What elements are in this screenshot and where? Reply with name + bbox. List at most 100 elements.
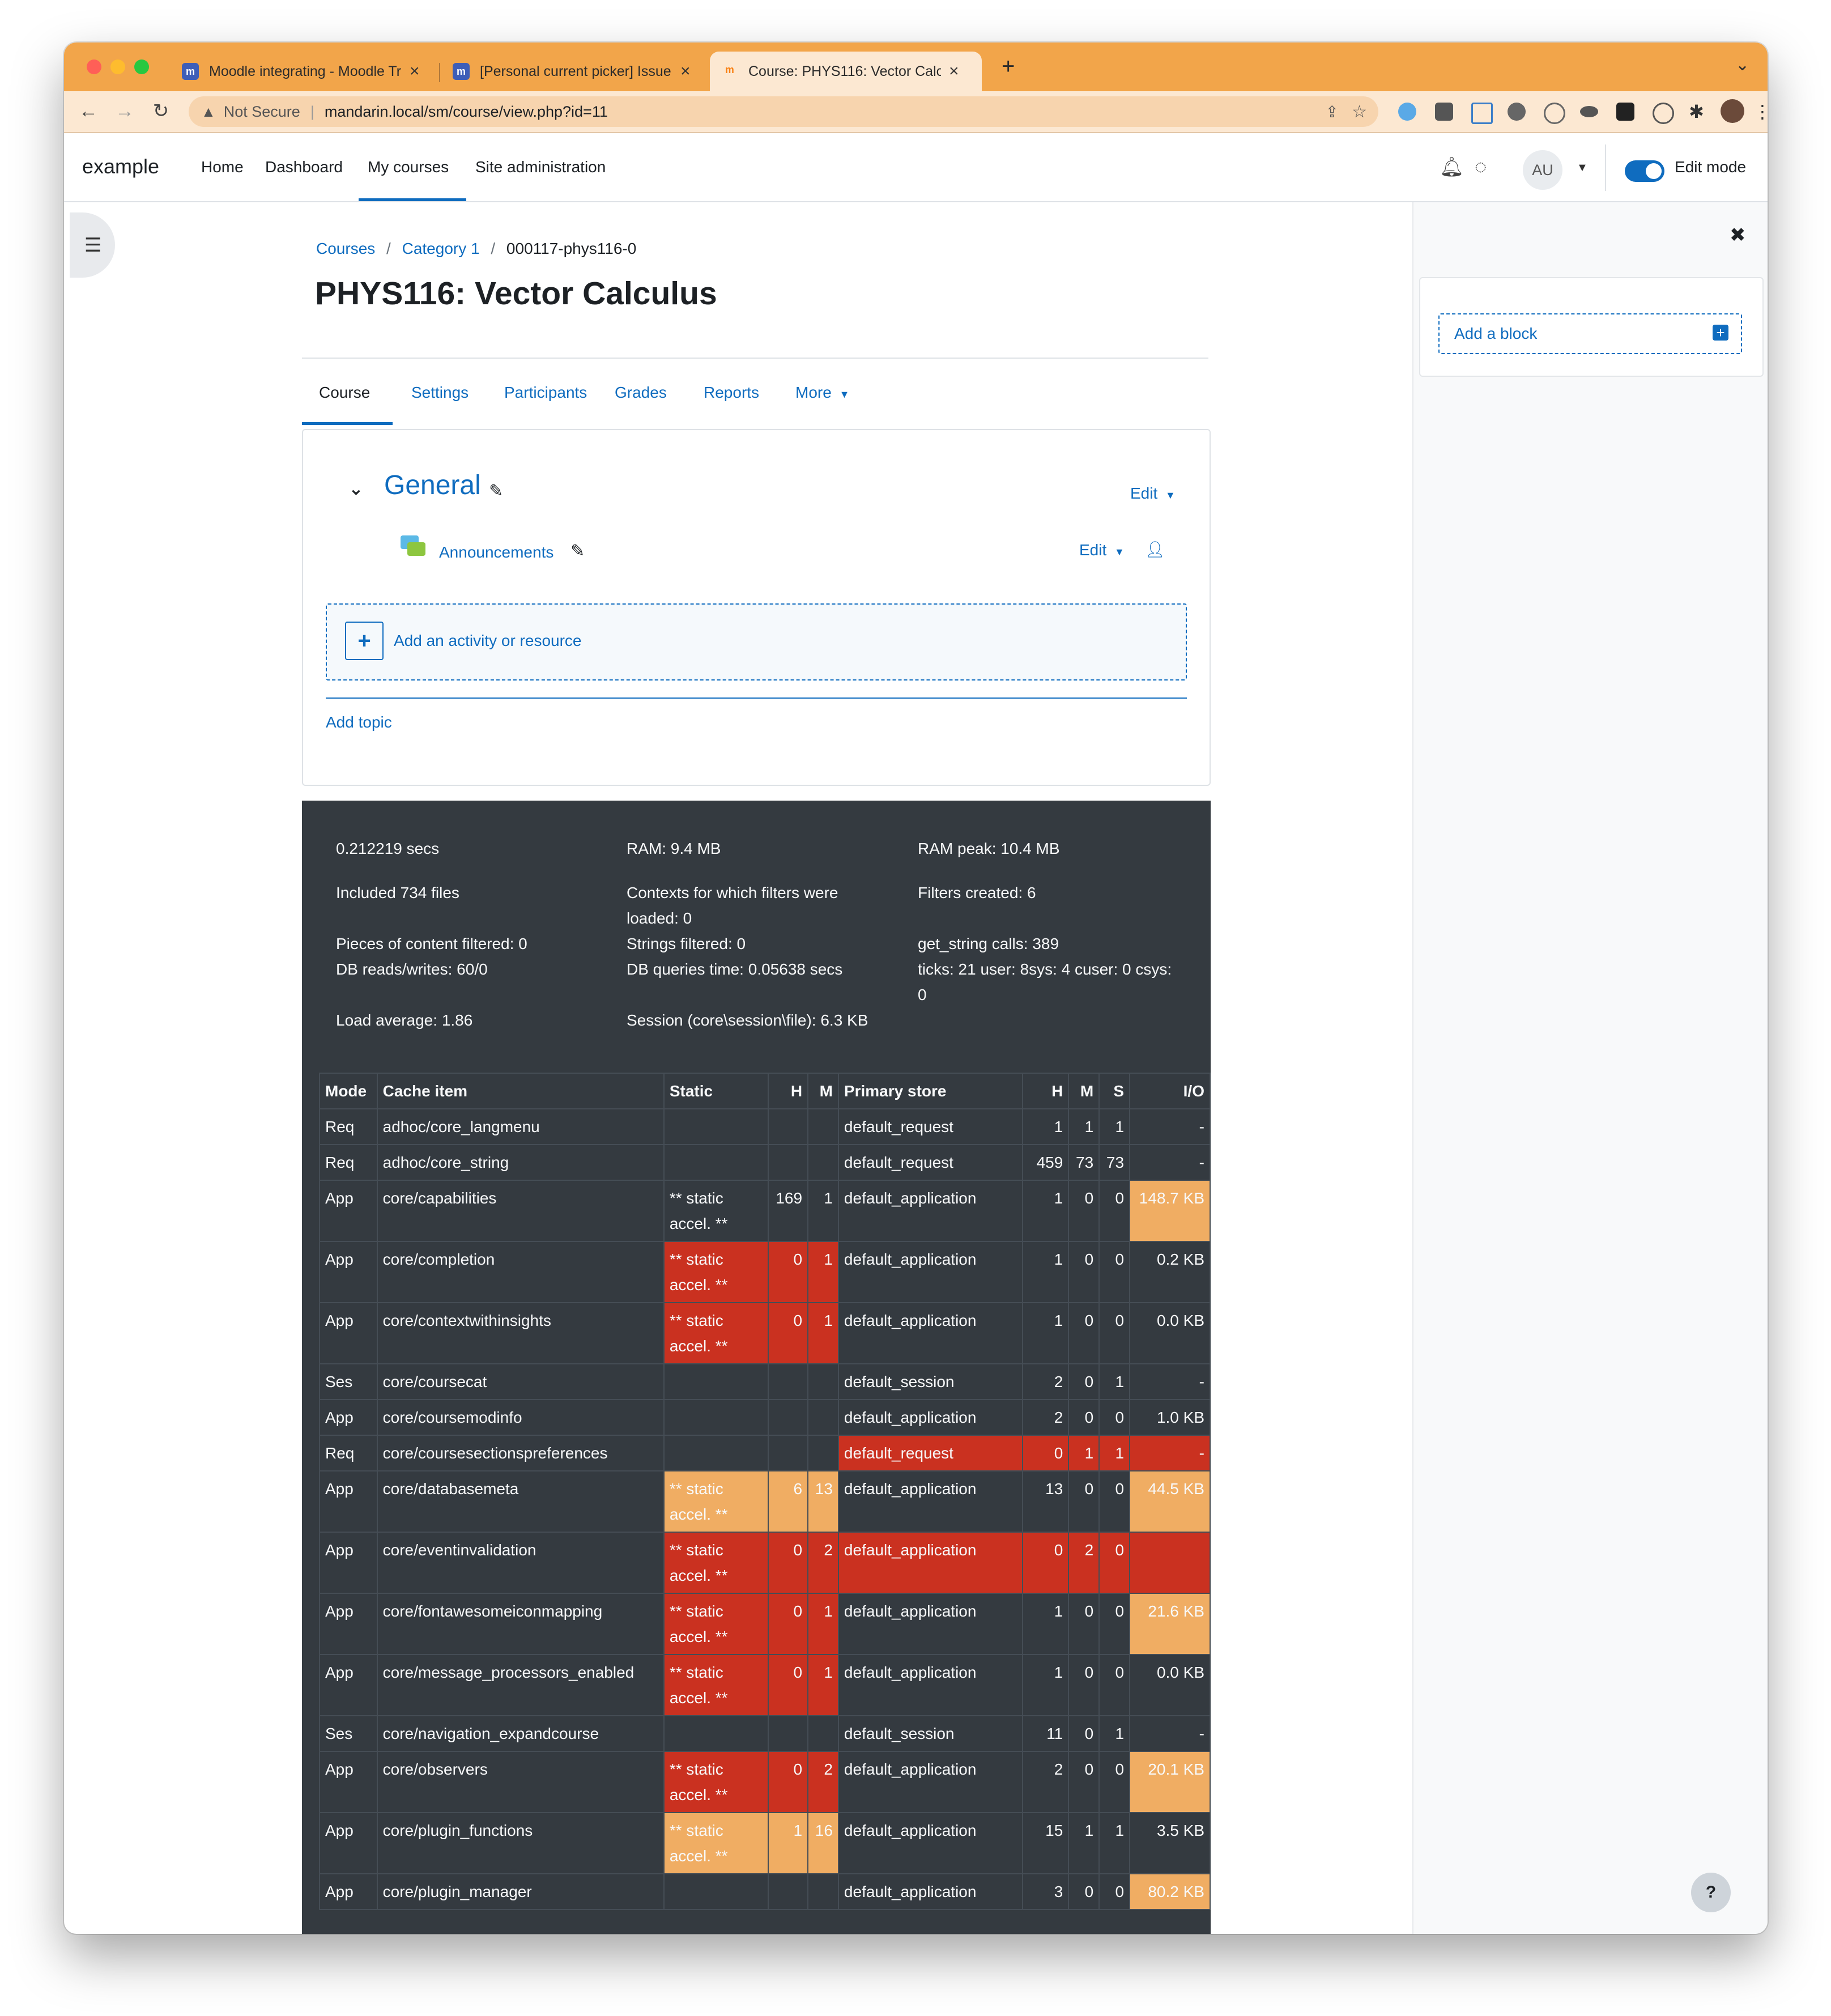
- close-tab-icon[interactable]: ×: [949, 62, 959, 81]
- security-label[interactable]: Not Secure: [224, 103, 300, 121]
- user-menu-caret-icon[interactable]: ▼: [1577, 161, 1588, 175]
- table-cell: 0: [1098, 1751, 1131, 1813]
- table-cell: core/coursecat: [376, 1363, 665, 1400]
- tab-more[interactable]: More ▼: [795, 384, 849, 402]
- add-block-button[interactable]: Add a block +: [1438, 313, 1742, 354]
- browser-tab-2[interactable]: m [Personal current picker] Issue ×: [441, 52, 708, 91]
- table-cell: [663, 1108, 769, 1145]
- table-cell: [768, 1363, 809, 1400]
- extension-dark-icon[interactable]: [1616, 103, 1634, 121]
- add-topic-link[interactable]: Add topic: [326, 713, 392, 731]
- collapse-chevron-icon[interactable]: ⌄: [348, 478, 364, 499]
- extension-triangle-icon[interactable]: [1471, 103, 1493, 124]
- back-arrow-icon[interactable]: ←: [74, 97, 103, 125]
- add-activity-label: Add an activity or resource: [394, 632, 582, 649]
- table-cell: 2: [1021, 1399, 1070, 1436]
- address-bar[interactable]: ▲ Not Secure | mandarin.local/sm/course/…: [189, 96, 1378, 127]
- zoom-window-button[interactable]: [134, 59, 149, 74]
- nav-link-site-administration[interactable]: Site administration: [475, 158, 606, 176]
- table-cell: 2: [807, 1751, 839, 1813]
- table-cell: ** static accel. **: [663, 1180, 769, 1242]
- table-cell: 1: [807, 1593, 839, 1655]
- new-tab-button[interactable]: +: [1002, 54, 1015, 79]
- extensions-puzzle-icon[interactable]: ✱: [1689, 103, 1707, 121]
- table-cell: 1: [1068, 1108, 1100, 1145]
- reload-icon[interactable]: ↻: [147, 97, 175, 125]
- table-cell: [768, 1144, 809, 1181]
- table-row: App core/message_processors_enabled ** sta…: [319, 1654, 1211, 1716]
- table-cell: App: [319, 1470, 378, 1533]
- profile-avatar-icon[interactable]: [1721, 99, 1744, 123]
- breadcrumb-separator: /: [386, 240, 391, 257]
- table-cell: 1: [1021, 1108, 1070, 1145]
- tab-settings[interactable]: Settings: [411, 384, 469, 402]
- table-cell: [807, 1435, 839, 1471]
- course-index-toggle[interactable]: ☰: [70, 212, 115, 278]
- nav-link-dashboard[interactable]: Dashboard: [265, 158, 343, 176]
- table-cell: 0: [768, 1593, 809, 1655]
- user-avatar[interactable]: AU: [1523, 150, 1562, 190]
- table-cell: 1: [1098, 1435, 1131, 1471]
- nav-link-my-courses[interactable]: My courses: [368, 158, 449, 176]
- extension-shield-icon[interactable]: [1435, 103, 1453, 121]
- course-section-general: ⌄ General ✎ Edit ▼ Announcements ✎ Edit …: [302, 429, 1211, 786]
- availability-user-icon[interactable]: 👤︎: [1145, 540, 1165, 559]
- share-icon[interactable]: ⇪: [1326, 103, 1339, 121]
- activity-announcements[interactable]: Announcements: [439, 543, 553, 562]
- table-cell: App: [319, 1654, 378, 1716]
- table-row: Req core/coursesectionspreferences default…: [319, 1435, 1211, 1471]
- browser-menu-icon[interactable]: ⋮: [1753, 103, 1768, 121]
- close-drawer-icon[interactable]: ✖: [1730, 224, 1746, 246]
- nav-link-home[interactable]: Home: [201, 158, 244, 176]
- tab-participants[interactable]: Participants: [504, 384, 587, 402]
- close-tab-icon[interactable]: ×: [680, 62, 691, 81]
- tab-course[interactable]: Course: [319, 384, 370, 402]
- table-cell: core/message_processors_enabled: [376, 1654, 665, 1716]
- extension-eye-icon[interactable]: [1580, 106, 1598, 117]
- extension-c-icon[interactable]: [1544, 103, 1565, 124]
- table-cell: 0: [1098, 1593, 1131, 1655]
- bookmark-star-icon[interactable]: ☆: [1352, 102, 1367, 122]
- table-cell: 0: [1021, 1435, 1070, 1471]
- edit-section-name-pencil-icon[interactable]: ✎: [489, 481, 503, 501]
- activity-edit-menu[interactable]: Edit ▼: [1079, 541, 1125, 559]
- extension-clock-icon[interactable]: [1653, 103, 1674, 124]
- close-window-button[interactable]: [87, 59, 101, 74]
- messages-bubble-icon[interactable]: ◌: [1475, 155, 1487, 178]
- table-cell: 1: [1098, 1108, 1131, 1145]
- table-cell: [807, 1873, 839, 1910]
- table-cell: 0: [1068, 1654, 1100, 1716]
- minimize-window-button[interactable]: [110, 59, 125, 74]
- table-cell: default_application: [837, 1532, 1023, 1594]
- notification-bell-icon[interactable]: 🔔︎: [1440, 156, 1464, 178]
- section-edit-menu[interactable]: Edit ▼: [1130, 484, 1176, 503]
- wordpress-extension-icon[interactable]: [1508, 103, 1526, 121]
- tab-search-chevron-icon[interactable]: ⌄: [1735, 55, 1749, 75]
- table-cell: App: [319, 1302, 378, 1364]
- table-row: Ses core/coursecat default_session 2 0 1-: [319, 1363, 1211, 1400]
- table-cell: 1: [1068, 1435, 1100, 1471]
- table-row: App core/plugin_functions ** static accel.…: [319, 1812, 1211, 1874]
- forward-arrow-icon[interactable]: →: [110, 97, 139, 125]
- tab-grades[interactable]: Grades: [615, 384, 667, 402]
- breadcrumb-category[interactable]: Category 1: [402, 240, 480, 257]
- site-brand[interactable]: example: [82, 155, 159, 178]
- table-cell: default_application: [837, 1241, 1023, 1303]
- breadcrumb-courses[interactable]: Courses: [316, 240, 375, 257]
- forum-icon: [401, 535, 425, 557]
- table-cell: 73: [1068, 1144, 1100, 1181]
- add-activity-button[interactable]: + Add an activity or resource: [326, 603, 1187, 680]
- close-tab-icon[interactable]: ×: [410, 62, 420, 81]
- help-button[interactable]: ?: [1691, 1873, 1731, 1912]
- browser-tab-3-active[interactable]: ᵐ Course: PHYS116: Vector Calcu ×: [710, 52, 982, 91]
- tab-reports[interactable]: Reports: [704, 384, 759, 402]
- browser-tab-1[interactable]: m Moodle integrating - Moodle Tr ×: [171, 52, 437, 91]
- section-title[interactable]: General: [384, 470, 481, 501]
- table-cell: core/coursemodinfo: [376, 1399, 665, 1436]
- url-text[interactable]: mandarin.local/sm/course/view.php?id=11: [325, 103, 608, 121]
- tab-title: Moodle integrating - Moodle Tr: [209, 63, 402, 79]
- perf-stat: Strings filtered: 0: [627, 935, 746, 952]
- edit-mode-toggle[interactable]: [1625, 160, 1664, 182]
- extension-1-icon[interactable]: [1398, 103, 1416, 121]
- edit-activity-name-pencil-icon[interactable]: ✎: [570, 541, 585, 561]
